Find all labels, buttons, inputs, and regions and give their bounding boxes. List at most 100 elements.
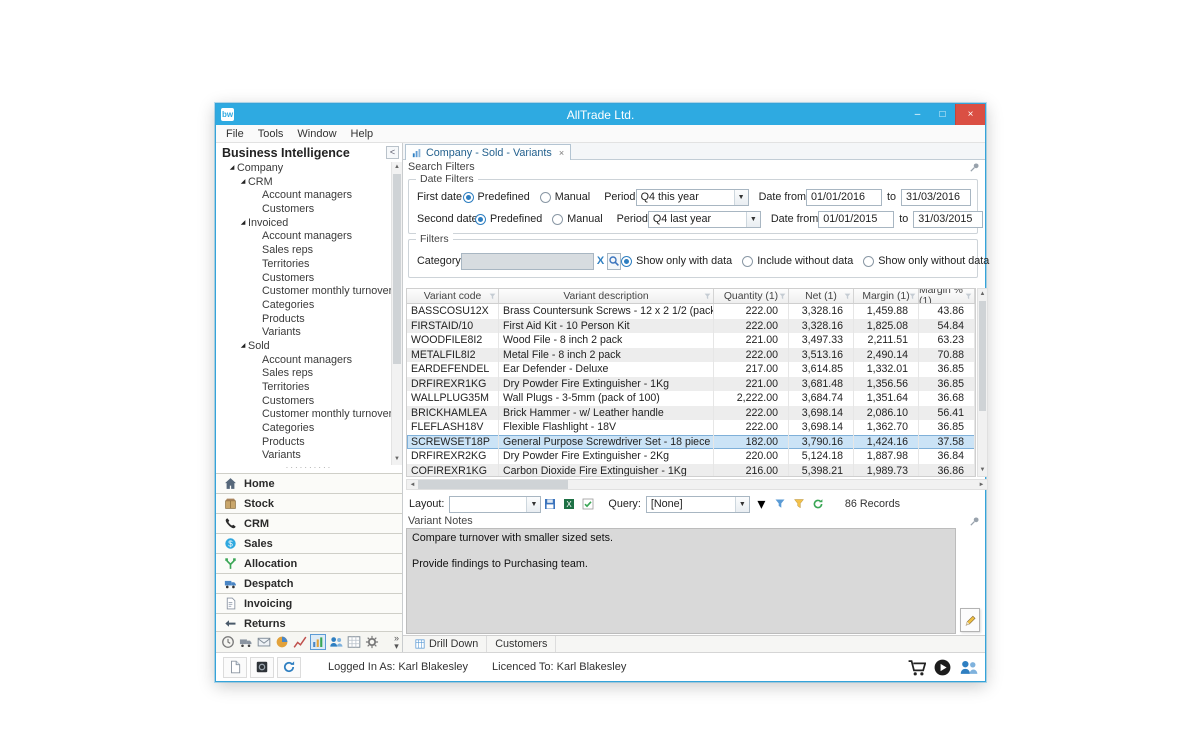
- tree-item-variants[interactable]: Variants: [216, 326, 391, 340]
- truck-icon[interactable]: [238, 634, 254, 650]
- variant-notes-text[interactable]: Compare turnover with smaller sized sets…: [406, 528, 956, 634]
- nav-item-invoicing[interactable]: Invoicing: [216, 593, 402, 613]
- chevron-down-icon[interactable]: ▼: [734, 190, 748, 205]
- tab-close-icon[interactable]: ×: [559, 148, 564, 158]
- menu-help[interactable]: Help: [344, 125, 381, 142]
- table-row-cofirexr1kg[interactable]: COFIREXR1KGCarbon Dioxide Fire Extinguis…: [407, 464, 975, 478]
- tree-item-customer-monthly-turnover[interactable]: Customer monthly turnover: [216, 285, 391, 299]
- users-button[interactable]: [959, 658, 978, 677]
- nav-item-sales[interactable]: $Sales: [216, 533, 402, 553]
- pie-chart-icon[interactable]: [274, 634, 290, 650]
- edit-notes-button[interactable]: [960, 608, 980, 632]
- radio-icon[interactable]: [742, 256, 753, 267]
- menu-window[interactable]: Window: [290, 125, 343, 142]
- tree-scroll-thumb[interactable]: [393, 174, 401, 364]
- radio-predefined[interactable]: Predefined: [463, 191, 530, 203]
- sidebar-collapse-button[interactable]: <: [386, 146, 399, 159]
- table-row-basscosu12x[interactable]: BASSCOSU12XBrass Countersunk Screws - 12…: [407, 304, 975, 319]
- clear-category-icon[interactable]: X: [597, 255, 604, 267]
- tree-item-products[interactable]: Products: [216, 436, 391, 450]
- tree-item-company[interactable]: ◢Company: [216, 162, 391, 176]
- splitter-gripper[interactable]: ··········: [216, 465, 402, 473]
- chevron-down-icon[interactable]: ▼: [526, 497, 540, 512]
- minimize-button[interactable]: –: [905, 104, 930, 125]
- table-row-metalfil8i2[interactable]: METALFIL8I2Metal File - 8 inch 2 pack222…: [407, 348, 975, 363]
- tree-item-products[interactable]: Products: [216, 313, 391, 327]
- radio-icon[interactable]: [552, 214, 563, 225]
- date-from-input[interactable]: [806, 189, 882, 206]
- status-page-button[interactable]: [223, 657, 247, 678]
- layout-combo[interactable]: ▼: [449, 496, 541, 513]
- column-chart-icon[interactable]: [310, 634, 326, 650]
- query-edit-filter-button[interactable]: [791, 496, 808, 513]
- radio-icon[interactable]: [463, 192, 474, 203]
- tree-item-customer-monthly-turnover[interactable]: Customer monthly turnover: [216, 408, 391, 422]
- title-bar[interactable]: bw AllTrade Ltd. – □ ×: [216, 104, 985, 125]
- gear-icon[interactable]: [364, 634, 380, 650]
- grid-vertical-scrollbar[interactable]: ▲ ▼: [977, 288, 988, 477]
- tree-item-customers[interactable]: Customers: [216, 395, 391, 409]
- tree-item-sold[interactable]: ◢Sold: [216, 340, 391, 354]
- nav-item-returns[interactable]: Returns: [216, 613, 402, 633]
- nav-item-allocation[interactable]: Allocation: [216, 553, 402, 573]
- radio-show-only-without-data[interactable]: Show only without data: [863, 255, 989, 267]
- expand-icon[interactable]: ◢: [238, 176, 248, 190]
- expand-icon[interactable]: ◢: [238, 340, 248, 354]
- overflow-chevron-icon[interactable]: »▾: [394, 634, 399, 650]
- period-combo[interactable]: Q4 last year▼: [648, 211, 761, 228]
- radio-include-without-data[interactable]: Include without data: [742, 255, 853, 267]
- tree-item-categories[interactable]: Categories: [216, 422, 391, 436]
- scroll-right-icon[interactable]: ►: [976, 482, 987, 488]
- table-row-eardefendel[interactable]: EARDEFENDELEar Defender - Deluxe217.003,…: [407, 362, 975, 377]
- date-from-input[interactable]: [818, 211, 894, 228]
- tree-item-territories[interactable]: Territories: [216, 258, 391, 272]
- date-to-input[interactable]: [901, 189, 971, 206]
- people-icon[interactable]: [328, 634, 344, 650]
- nav-item-stock[interactable]: Stock: [216, 493, 402, 513]
- nav-item-home[interactable]: Home: [216, 473, 402, 493]
- grid-hscroll-thumb[interactable]: [418, 480, 568, 489]
- chevron-down-icon[interactable]: ▼: [746, 212, 760, 227]
- scroll-up-icon[interactable]: ▲: [392, 162, 402, 173]
- play-button[interactable]: [933, 658, 952, 677]
- tree-item-categories[interactable]: Categories: [216, 299, 391, 313]
- tree-item-account-managers[interactable]: Account managers: [216, 189, 391, 203]
- clock-icon[interactable]: [220, 634, 236, 650]
- tree-item-crm[interactable]: ◢CRM: [216, 176, 391, 190]
- menu-file[interactable]: File: [219, 125, 251, 142]
- close-button[interactable]: ×: [955, 104, 985, 125]
- scroll-down-icon[interactable]: ▼: [978, 465, 987, 476]
- date-to-input[interactable]: [913, 211, 983, 228]
- query-dropdown-button[interactable]: ▾: [753, 496, 770, 513]
- maximize-button[interactable]: □: [930, 104, 955, 125]
- tree-scrollbar[interactable]: ▲ ▼: [391, 162, 402, 465]
- radio-manual[interactable]: Manual: [540, 191, 590, 203]
- table-row-wallplug35m[interactable]: WALLPLUG35MWall Plugs - 3-5mm (pack of 1…: [407, 391, 975, 406]
- radio-icon[interactable]: [475, 214, 486, 225]
- table-row-drfirexr2kg[interactable]: DRFIREXR2KGDry Powder Fire Extinguisher …: [407, 449, 975, 464]
- column-header-quantity-1[interactable]: Quantity (1): [714, 289, 789, 303]
- cart-button[interactable]: [907, 658, 926, 677]
- column-header-margin-1[interactable]: Margin % (1): [919, 289, 975, 303]
- category-input[interactable]: [461, 253, 594, 270]
- tree-item-customers[interactable]: Customers: [216, 203, 391, 217]
- query-combo[interactable]: [None] ▼: [646, 496, 750, 513]
- grid-vscroll-thumb[interactable]: [979, 301, 986, 411]
- column-header-margin-1[interactable]: Margin (1): [854, 289, 919, 303]
- validate-layout-button[interactable]: [579, 496, 596, 513]
- column-header-variant-description[interactable]: Variant description: [499, 289, 714, 303]
- status-vault-button[interactable]: [250, 657, 274, 678]
- tree-item-territories[interactable]: Territories: [216, 381, 391, 395]
- scroll-down-icon[interactable]: ▼: [392, 454, 402, 465]
- tab-company-sold-variants[interactable]: Company - Sold - Variants ×: [405, 144, 571, 160]
- table-row-screwset18p[interactable]: SCREWSET18PGeneral Purpose Screwdriver S…: [407, 435, 975, 450]
- status-sync-button[interactable]: [277, 657, 301, 678]
- mail-icon[interactable]: [256, 634, 272, 650]
- pin-icon[interactable]: [969, 516, 980, 527]
- tree-item-customers[interactable]: Customers: [216, 272, 391, 286]
- expand-icon[interactable]: ◢: [227, 162, 237, 176]
- query-filter-button[interactable]: [772, 496, 789, 513]
- bottom-tab-customers[interactable]: Customers: [487, 636, 556, 652]
- tree-item-invoiced[interactable]: ◢Invoiced: [216, 217, 391, 231]
- chevron-down-icon[interactable]: ▼: [735, 497, 749, 512]
